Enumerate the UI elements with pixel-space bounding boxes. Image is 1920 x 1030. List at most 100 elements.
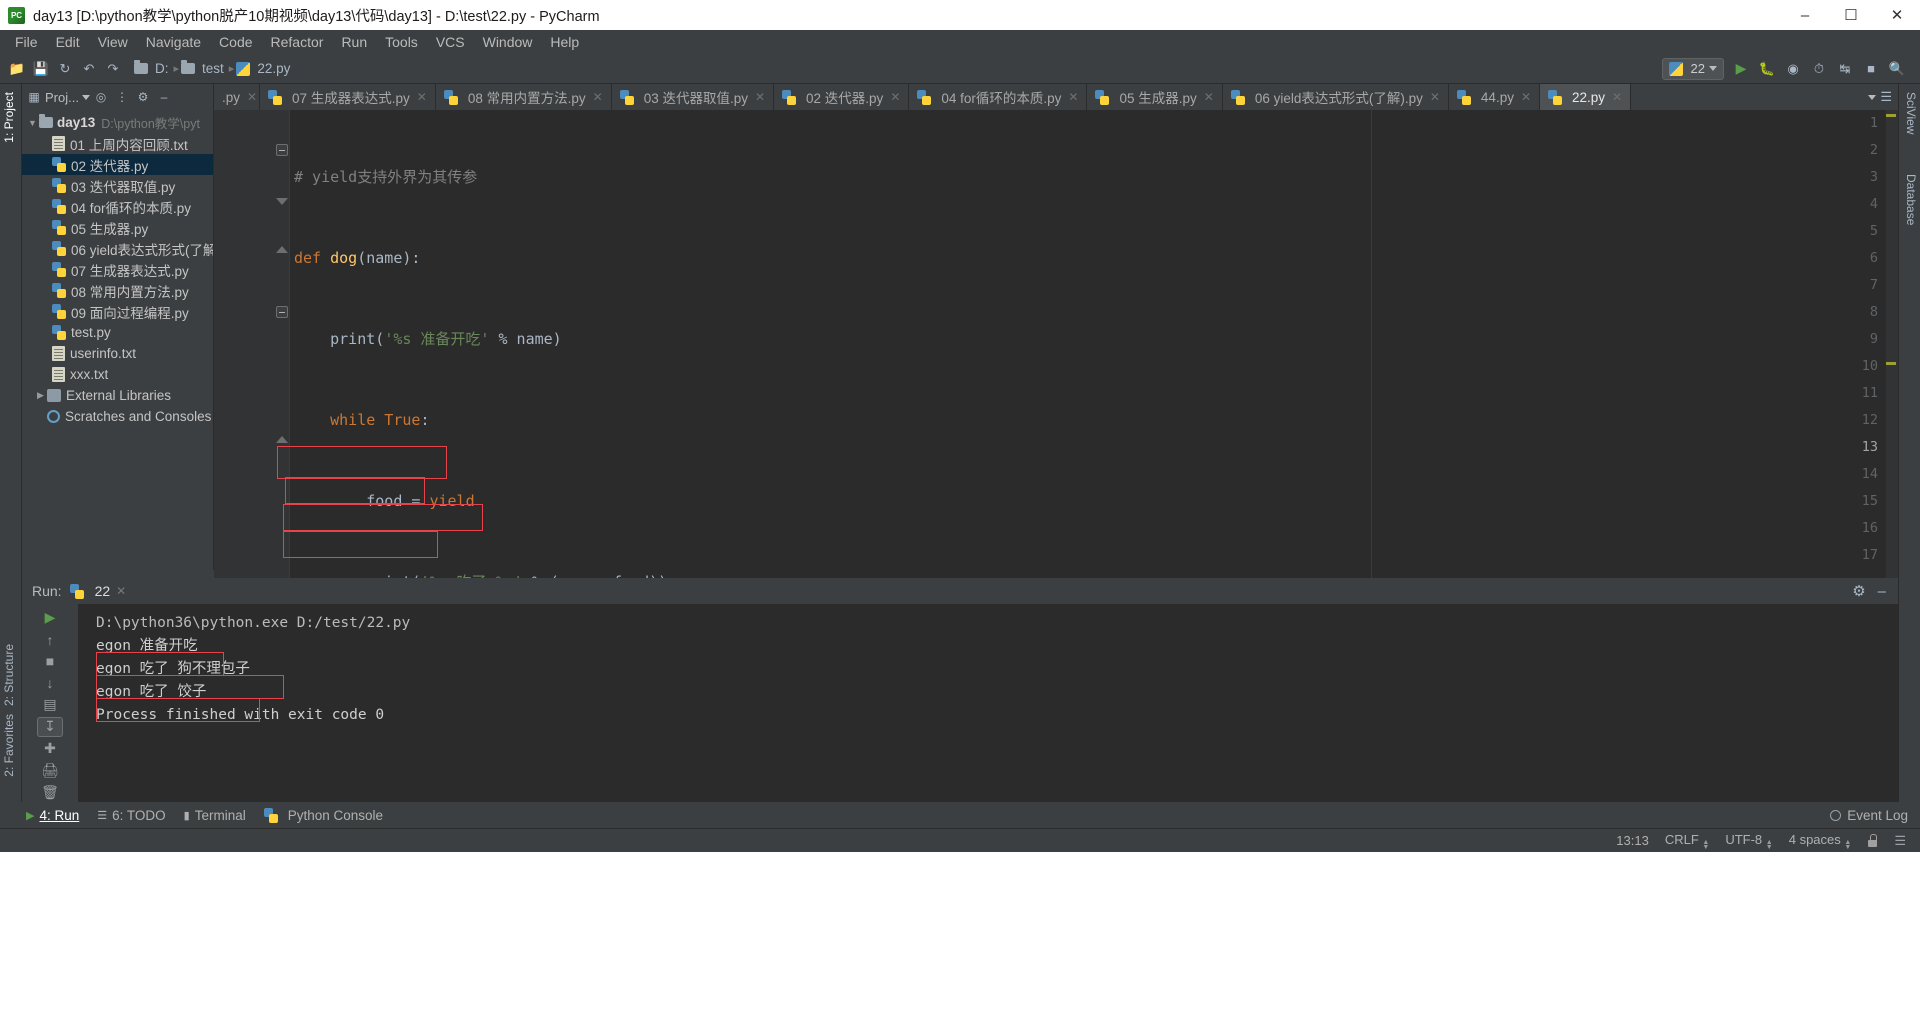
breadcrumb-file[interactable]: 22.py — [254, 61, 293, 76]
code-content[interactable]: # yield支持外界为其传参 def dog(name): print('%s… — [290, 110, 1898, 578]
split-icon[interactable]: ☰ — [1880, 89, 1892, 105]
menu-refactor[interactable]: Refactor — [262, 32, 333, 52]
tree-node-userinfo[interactable]: userinfo.txt — [22, 343, 213, 364]
coverage-icon[interactable]: ◉ — [1782, 58, 1804, 80]
menu-file[interactable]: File — [6, 32, 47, 52]
caret-position[interactable]: 13:13 — [1616, 833, 1649, 848]
editor-tab-22-active[interactable]: 22.py ✕ — [1540, 84, 1632, 110]
profile-icon[interactable]: ⏱ — [1808, 58, 1830, 80]
minimize-button[interactable]: – — [1782, 0, 1828, 30]
editor-tab-0[interactable]: .py ✕ — [214, 84, 260, 110]
menu-vcs[interactable]: VCS — [427, 32, 474, 52]
menu-view[interactable]: View — [89, 32, 137, 52]
tree-node-03[interactable]: 03 迭代器取值.py — [22, 175, 213, 196]
close-icon[interactable]: ✕ — [1430, 90, 1440, 104]
bottom-tab-terminal[interactable]: ▮ Terminal — [184, 808, 246, 823]
tab-list-chevron-icon[interactable] — [1868, 94, 1877, 100]
open-icon[interactable]: 📁 — [6, 58, 28, 80]
close-icon[interactable]: ✕ — [1204, 90, 1214, 104]
close-icon[interactable]: ✕ — [593, 90, 603, 104]
tree-node-01[interactable]: 01 上周内容回顾.txt — [22, 133, 213, 154]
scroll-to-end-icon[interactable]: ↧ — [37, 716, 63, 737]
tree-node-day13[interactable]: ▼ day13 D:\python教学\pyt — [22, 112, 213, 133]
chevron-down-icon-project[interactable] — [81, 94, 90, 100]
save-icon[interactable]: 💾 — [30, 58, 52, 80]
editor-tab-08[interactable]: 08 常用内置方法.py ✕ — [436, 84, 612, 110]
editor-tab-44[interactable]: 44.py ✕ — [1449, 84, 1541, 110]
sidebar-item-structure[interactable]: 2: Structure — [2, 644, 16, 706]
undo-icon[interactable]: ↶ — [78, 58, 100, 80]
close-icon[interactable]: ✕ — [1612, 90, 1622, 104]
menu-window[interactable]: Window — [474, 32, 542, 52]
menu-tools[interactable]: Tools — [376, 32, 427, 52]
tree-node-test[interactable]: test.py — [22, 322, 213, 343]
tree-node-05[interactable]: 05 生成器.py — [22, 217, 213, 238]
debug-icon[interactable]: 🐛 — [1756, 58, 1778, 80]
editor-tab-03[interactable]: 03 迭代器取值.py ✕ — [612, 84, 775, 110]
menu-edit[interactable]: Edit — [47, 32, 89, 52]
gear-icon[interactable]: ⚙ — [1852, 582, 1865, 600]
minimize-icon[interactable]: – — [1878, 583, 1886, 600]
pin-icon[interactable]: ✚ — [37, 739, 63, 759]
bottom-tab-run[interactable]: ▶ 4: Run — [26, 808, 79, 823]
editor-marker-2[interactable] — [1886, 362, 1896, 365]
menu-navigate[interactable]: Navigate — [137, 32, 210, 52]
stop-icon[interactable]: ■ — [37, 651, 63, 671]
fold-arrow-while-end-icon[interactable] — [276, 246, 288, 253]
menu-run[interactable]: Run — [332, 32, 376, 52]
sidebar-item-project[interactable]: 1: Project — [2, 92, 16, 143]
tree-node-external-libraries[interactable]: ▶ External Libraries — [22, 385, 213, 406]
editor-scrollbar[interactable] — [1886, 110, 1898, 578]
editor-tab-07[interactable]: 07 生成器表达式.py ✕ — [260, 84, 436, 110]
sidebar-item-database[interactable]: Database — [1904, 174, 1918, 225]
close-icon[interactable]: ✕ — [1521, 90, 1531, 104]
lock-icon[interactable] — [1867, 834, 1878, 847]
close-icon[interactable]: ✕ — [116, 584, 126, 598]
stop-icon[interactable]: ■ — [1860, 58, 1882, 80]
gear-icon[interactable]: ⚙ — [133, 87, 153, 107]
breadcrumb-drive[interactable]: D: — [152, 61, 172, 76]
bottom-tab-python-console[interactable]: Python Console — [263, 807, 383, 823]
editor-tab-06[interactable]: 06 yield表达式形式(了解).py ✕ — [1223, 84, 1449, 110]
printer-icon[interactable]: 🖨 — [37, 761, 63, 781]
code-editor[interactable]: 1 2 3 4 5 6 7 8 9 10 11 12 13 14 15 16 1… — [214, 110, 1898, 578]
collapse-all-icon[interactable]: ⋮ — [112, 87, 132, 107]
search-icon[interactable]: 🔍 — [1886, 58, 1908, 80]
editor-tab-04[interactable]: 04 for循环的本质.py ✕ — [909, 84, 1088, 110]
event-log-area[interactable]: Event Log — [1830, 808, 1920, 823]
line-separator[interactable]: CRLF ▲ ▼ — [1665, 832, 1710, 851]
tree-node-09[interactable]: 09 面向过程编程.py — [22, 301, 213, 322]
trash-icon[interactable]: 🗑 — [37, 782, 63, 802]
sync-icon[interactable]: ↻ — [54, 58, 76, 80]
run-console-output[interactable]: D:\python36\python.exe D:/test/22.py ego… — [78, 604, 1898, 802]
tree-node-04[interactable]: 04 for循环的本质.py — [22, 196, 213, 217]
menu-code[interactable]: Code — [210, 32, 261, 52]
fold-collapse-icon-def[interactable] — [276, 144, 288, 156]
redo-icon[interactable]: ↷ — [102, 58, 124, 80]
fold-collapse-icon-comment[interactable] — [276, 306, 288, 318]
file-encoding[interactable]: UTF-8 ▲ ▼ — [1725, 832, 1772, 851]
tree-node-xxx[interactable]: xxx.txt — [22, 364, 213, 385]
attach-icon[interactable]: ↹ — [1834, 58, 1856, 80]
run-icon[interactable]: ▶ — [1730, 58, 1752, 80]
breadcrumb-folder[interactable]: test — [199, 61, 227, 76]
run-configuration-selector[interactable]: 22 — [1661, 57, 1724, 80]
close-icon[interactable]: ✕ — [247, 90, 257, 104]
expand-arrow-icon[interactable]: ▼ — [26, 118, 39, 128]
indent-setting[interactable]: 4 spaces ▲ ▼ — [1789, 832, 1852, 851]
editor-tab-02[interactable]: 02 迭代器.py ✕ — [774, 84, 910, 110]
sidebar-item-sciview[interactable]: SciView — [1904, 92, 1918, 134]
bottom-tab-todo[interactable]: ☰ 6: TODO — [97, 808, 165, 823]
down-arrow-icon[interactable]: ↓ — [37, 673, 63, 693]
collapse-arrow-icon[interactable]: ▶ — [34, 390, 47, 401]
tree-node-08[interactable]: 08 常用内置方法.py — [22, 280, 213, 301]
close-icon[interactable]: ✕ — [1068, 90, 1078, 104]
menu-help[interactable]: Help — [541, 32, 588, 52]
up-arrow-icon[interactable]: ↑ — [37, 630, 63, 650]
close-icon[interactable]: ✕ — [755, 90, 765, 104]
tree-node-07[interactable]: 07 生成器表达式.py — [22, 259, 213, 280]
fold-arrow-block-end-icon[interactable] — [276, 436, 288, 443]
close-icon[interactable]: ✕ — [890, 90, 900, 104]
close-icon[interactable]: ✕ — [417, 90, 427, 104]
tree-node-02-selected[interactable]: 02 迭代器.py — [22, 154, 213, 175]
